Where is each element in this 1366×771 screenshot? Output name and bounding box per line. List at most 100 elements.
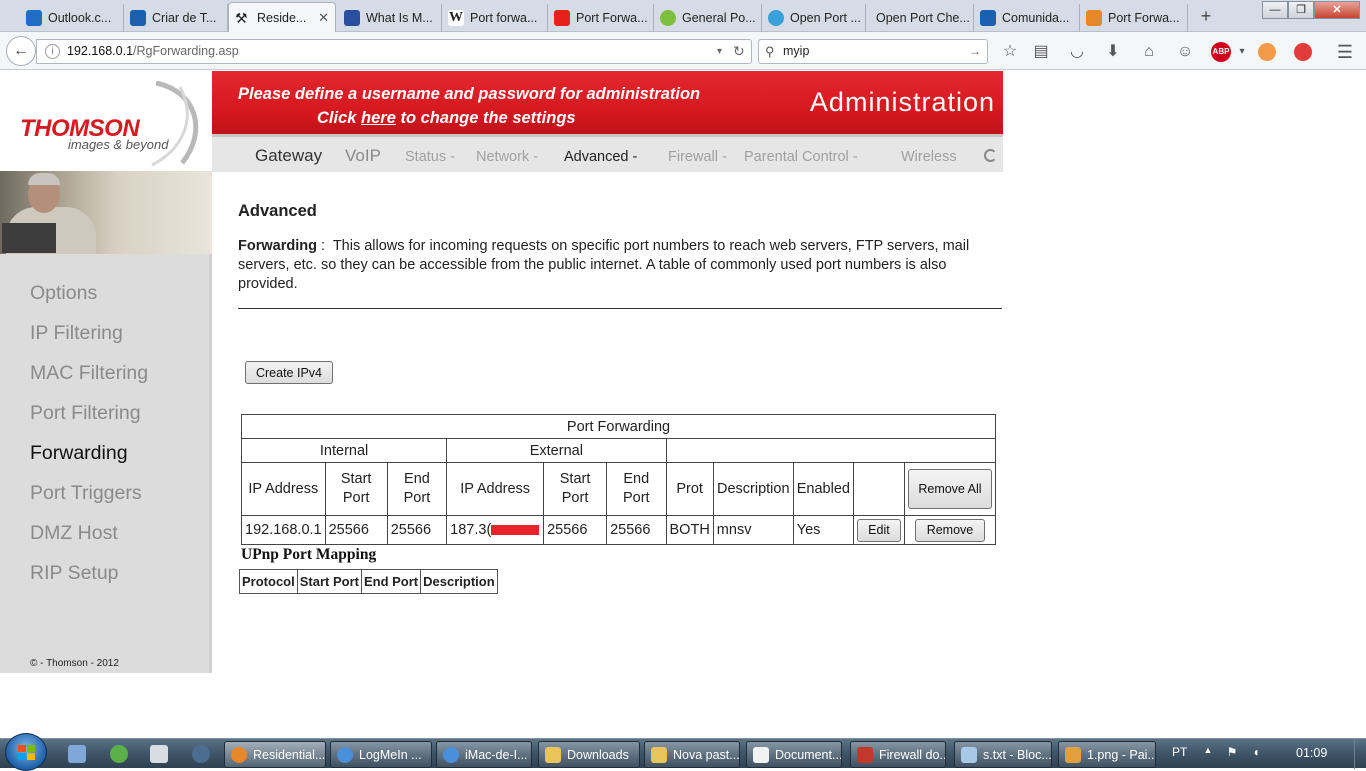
nav-voip[interactable]: VoIP: [345, 146, 381, 166]
group-external: External: [446, 438, 667, 463]
language-indicator[interactable]: PT: [1172, 745, 1187, 759]
port-forwarding-table: Port Forwarding Internal External IP Add…: [240, 414, 997, 545]
col-description: Description: [712, 462, 794, 516]
minimize-button[interactable]: —: [1262, 1, 1288, 19]
adblock-dropdown-icon[interactable]: ▾: [1231, 41, 1253, 63]
nav-advanced[interactable]: Advanced -: [564, 149, 637, 165]
extension-icon[interactable]: [1258, 43, 1276, 61]
star-icon[interactable]: ☆: [999, 41, 1021, 63]
tab-open-port-checker[interactable]: Open Port Che...: [866, 4, 974, 32]
task-firewall[interactable]: Firewall do...: [850, 741, 946, 768]
portforward-icon: [1086, 10, 1102, 26]
volume-icon[interactable]: ◖: [1248, 745, 1264, 761]
info-icon[interactable]: i: [45, 44, 60, 59]
tab-label: Port Forwa...: [1108, 11, 1180, 25]
document-icon: [753, 746, 769, 763]
tab-portforward[interactable]: Port Forwa...: [1080, 4, 1188, 32]
search-go-icon[interactable]: →: [969, 40, 981, 63]
remove-all-button[interactable]: Remove All: [907, 469, 992, 509]
window-close-button[interactable]: ✕: [1314, 1, 1360, 19]
tab-outlook[interactable]: Outlook.c...: [20, 4, 124, 32]
cell-remove: Remove: [903, 515, 997, 545]
task-document[interactable]: Document...: [746, 741, 842, 768]
tab-open-port[interactable]: Open Port ...: [762, 4, 866, 32]
sidebar-item-options[interactable]: Options: [30, 282, 97, 305]
sidebar-item-port-filtering[interactable]: Port Filtering: [30, 402, 141, 425]
browser-nav-bar: ← i 192.168.0.1/RgForwarding.asp ▾ ↻ ⚲ m…: [0, 32, 1366, 70]
tab-wikipedia[interactable]: W Port forwa...: [442, 4, 548, 32]
globe-icon: [768, 10, 784, 26]
col-internal-ip: IP Address: [241, 462, 326, 516]
nav-parental-control[interactable]: Parental Control -: [744, 149, 858, 165]
task-downloads[interactable]: Downloads: [538, 741, 640, 768]
action-center-icon[interactable]: ⚑: [1224, 745, 1240, 761]
banner-message-2: Click here to change the settings: [317, 109, 576, 128]
reading-list-icon[interactable]: ▤: [1030, 41, 1052, 63]
extension-icon-2[interactable]: [1294, 43, 1312, 61]
edit-button[interactable]: Edit: [856, 518, 901, 542]
chat-icon[interactable]: ☺: [1174, 41, 1196, 63]
maximize-button[interactable]: ❐: [1288, 1, 1314, 19]
show-desktop-button[interactable]: [1354, 739, 1366, 769]
download-icon[interactable]: ⬇: [1102, 41, 1124, 63]
create-ipv4-button[interactable]: Create IPv4: [245, 361, 333, 384]
banner-message: Please define a username and password fo…: [238, 85, 701, 103]
menu-icon[interactable]: ☰: [1334, 41, 1356, 63]
pocket-icon[interactable]: ◡: [1066, 41, 1088, 63]
tab-residential-active[interactable]: ⚒ Reside... ✕: [228, 2, 336, 32]
tab-what-is[interactable]: What Is M...: [338, 4, 442, 32]
cell-protocol: BOTH: [665, 515, 714, 545]
close-tab-icon[interactable]: ✕: [314, 10, 329, 26]
sidebar-item-ip-filtering[interactable]: IP Filtering: [30, 322, 123, 345]
reload-icon[interactable]: ↻: [733, 40, 745, 63]
tab-criar[interactable]: Criar de T...: [124, 4, 228, 32]
keyboard-icon[interactable]: [150, 745, 168, 763]
sidebar-item-mac-filtering[interactable]: MAC Filtering: [30, 362, 148, 385]
tray-expand-icon[interactable]: ▲: [1200, 745, 1216, 761]
browser-tab-bar: Outlook.c... Criar de T... ⚒ Reside... ✕…: [0, 0, 1366, 32]
firewall-icon: [857, 746, 873, 763]
tab-comunidade[interactable]: Comunida...: [974, 4, 1080, 32]
nav-gateway[interactable]: Gateway: [255, 146, 322, 166]
globe-quick-icon[interactable]: [192, 745, 210, 763]
table-caption: Port Forwarding: [241, 414, 996, 439]
tab-label: Port forwa...: [470, 11, 538, 25]
task-label: LogMeIn ...: [359, 747, 422, 762]
tab-youtube[interactable]: Port Forwa...: [548, 4, 654, 32]
adblock-icon[interactable]: ABP: [1211, 42, 1231, 62]
nav-firewall[interactable]: Firewall -: [668, 149, 727, 165]
task-firefox[interactable]: Residential...: [224, 741, 326, 768]
nav-wireless[interactable]: Wireless: [901, 149, 957, 165]
nav-status[interactable]: Status -: [405, 149, 455, 165]
search-input[interactable]: ⚲ myip →: [758, 39, 988, 64]
task-logmein[interactable]: LogMeIn ...: [330, 741, 432, 768]
start-button[interactable]: [5, 733, 47, 771]
sidebar-item-dmz-host[interactable]: DMZ Host: [30, 522, 118, 545]
dropdown-arrow-icon[interactable]: ▾: [717, 40, 722, 63]
new-tab-button[interactable]: +: [1196, 6, 1216, 27]
back-button[interactable]: ←: [6, 36, 36, 66]
sidebar-item-forwarding[interactable]: Forwarding: [30, 442, 128, 465]
task-paint[interactable]: 1.png - Pai...: [1058, 741, 1156, 768]
clock[interactable]: 01:09: [1296, 746, 1327, 760]
cell-external-end: 25566: [606, 515, 667, 545]
task-notepad[interactable]: s.txt - Bloc...: [954, 741, 1052, 768]
task-label: 1.png - Pai...: [1087, 747, 1156, 762]
sidebar-item-rip-setup[interactable]: RIP Setup: [30, 562, 119, 585]
url-bar[interactable]: i 192.168.0.1/RgForwarding.asp ▾ ↻: [36, 39, 752, 64]
tab-label: Open Port ...: [790, 11, 861, 25]
utorrent-icon[interactable]: [110, 745, 128, 763]
folder-icon: [545, 746, 561, 763]
nav-network[interactable]: Network -: [476, 149, 538, 165]
task-label: Downloads: [567, 747, 629, 762]
task-imac[interactable]: iMac-de-I...: [436, 741, 532, 768]
remove-button[interactable]: Remove: [914, 518, 985, 542]
sidebar-item-port-triggers[interactable]: Port Triggers: [30, 482, 142, 505]
tab-label: General Po...: [682, 11, 756, 25]
group-internal: Internal: [240, 438, 448, 463]
show-desktop-quick-icon[interactable]: [68, 745, 86, 763]
task-nova-pasta[interactable]: Nova past...: [644, 741, 740, 768]
tab-general[interactable]: General Po...: [654, 4, 762, 32]
here-link[interactable]: here: [361, 109, 396, 127]
home-icon[interactable]: ⌂: [1138, 41, 1160, 63]
